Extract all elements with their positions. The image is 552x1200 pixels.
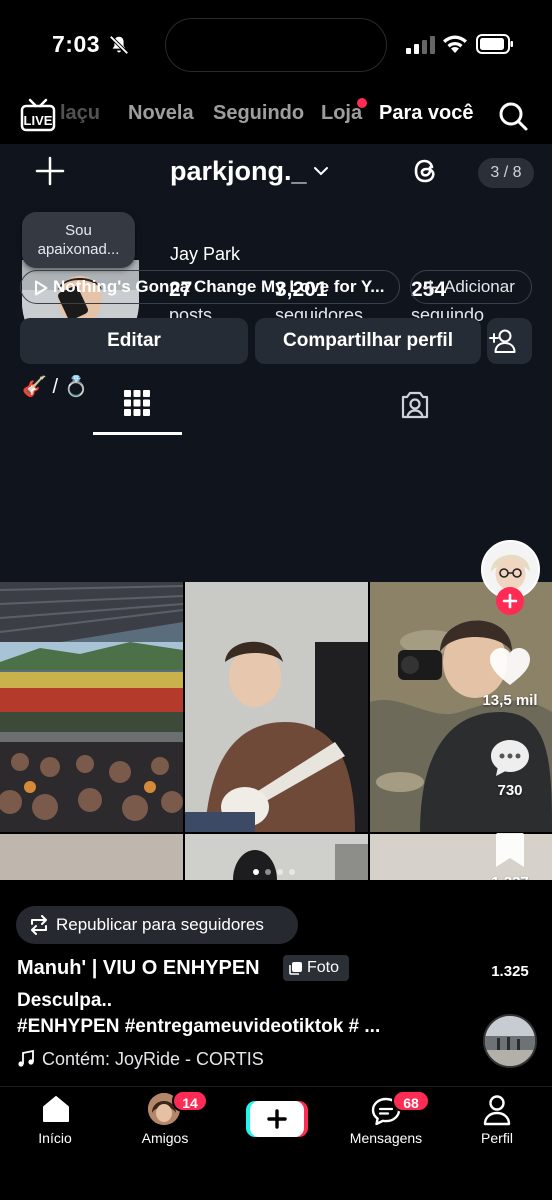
plus-icon [423,280,438,295]
tagged-posts-icon [401,391,429,419]
heart-icon[interactable] [489,647,531,687]
repost-icon [31,915,47,935]
sound-label[interactable]: Contém: JoyRide - CORTIS [42,1049,264,1070]
nav-friends-label[interactable]: Amigos [115,1130,215,1146]
profile-display-name: Jay Park [170,244,241,264]
threads-icon [414,159,435,183]
post-caption: Desculpa.. [17,990,113,1011]
edit-profile-button: Editar [20,318,248,364]
status-bar: 7:03 [0,0,552,88]
add-friend-icon [489,329,516,353]
profile-username: parkjong._ [170,156,307,186]
chevron-down-icon [314,167,328,176]
note-line-2: apaixonad... [37,241,120,258]
tab-loja[interactable]: Loja [321,102,362,125]
status-time: 7:03 [52,31,101,57]
comment-count: 730 [497,782,523,799]
tab-seguindo[interactable]: Seguindo [213,102,304,125]
comment-icon[interactable] [490,739,530,777]
tab-partial[interactable]: laçu [60,102,100,125]
cellular-signal-icon [406,36,435,54]
profile-photo-grid [0,582,552,880]
tab-novela[interactable]: Novela [128,102,194,125]
nav-home-label[interactable]: Início [5,1130,105,1146]
add-icon [35,156,65,186]
battery-icon [476,34,513,54]
post-author[interactable]: Manuh' | VIU O ENHYPEN [17,957,260,980]
live-tv-icon[interactable]: LIVE [20,98,56,132]
wifi-icon [443,35,467,53]
messages-badge: 68 [392,1090,430,1112]
share-count: 1.325 [491,963,529,980]
home-icon[interactable] [42,1095,70,1123]
grid-photo-4 [0,834,183,880]
grid-photo-guitar [185,582,368,832]
share-profile-button: Compartilhar perfil [255,318,481,364]
follow-button[interactable] [496,587,524,615]
tab-para-voce[interactable]: Para você [379,102,474,125]
posts-grid-icon [124,390,150,416]
profile-icon[interactable] [482,1094,512,1126]
grid-photo-racetrack [0,582,183,832]
profile-bio: 🎸 / 💍 [22,376,89,398]
profile-note-bubble[interactable]: Sou apaixonad... [22,212,135,268]
note-line-1: Sou [65,222,92,239]
repost-button[interactable]: Republicar para seguidores [16,906,298,944]
svg-text:LIVE: LIVE [24,113,53,128]
play-icon [35,280,48,296]
friends-badge: 14 [172,1090,208,1112]
create-post-button[interactable] [246,1101,308,1137]
nav-profile-label[interactable]: Perfil [447,1130,547,1146]
post-hashtags[interactable]: #ENHYPEN #entregameuvideotiktok # ... [17,1016,380,1038]
plus-icon [502,593,518,609]
like-count: 13,5 mil [482,692,538,709]
bookmark-icon[interactable] [495,832,525,868]
nav-messages-label[interactable]: Mensagens [336,1130,436,1146]
dynamic-island [165,18,387,72]
feed-top-nav: LIVE laçu Novela Seguindo Loja Para você [0,96,552,140]
search-icon[interactable] [497,100,529,132]
loja-notification-dot [357,98,367,108]
photo-icon [289,962,302,975]
bell-muted-icon [109,35,129,55]
sound-disc-thumbnail[interactable] [483,1014,537,1068]
music-note-icon [18,1050,34,1067]
active-tab-underline [93,432,182,435]
carousel-dots [253,869,295,875]
page-indicator: 3 / 8 [478,158,534,188]
profile-music-chip: Nothing's Gonna Change My Love for Y... [20,270,400,304]
